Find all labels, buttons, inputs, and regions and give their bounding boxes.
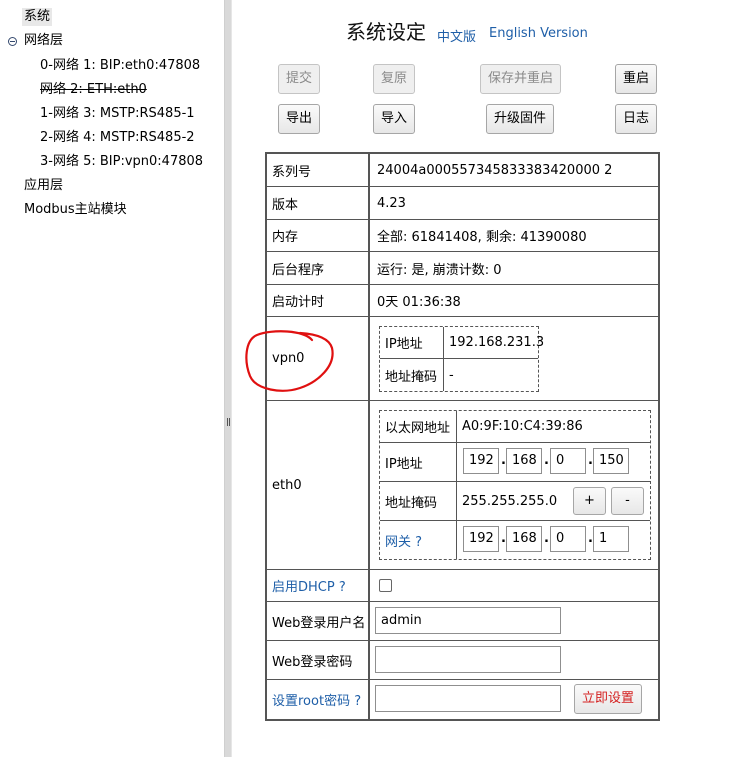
- octet-separator: .: [544, 531, 549, 546]
- restore-button[interactable]: 复原: [373, 64, 415, 94]
- dhcp-help-link[interactable]: 启用DHCP ?: [267, 570, 370, 601]
- page-title: 系统设定: [346, 20, 426, 44]
- daemon-label: 后台程序: [267, 252, 370, 284]
- tree-item-system[interactable]: 系统: [22, 8, 53, 26]
- table-row: 地址掩码 -: [380, 359, 538, 391]
- table-row: 以太网地址 A0:9F:10:C4:39:86: [380, 411, 650, 443]
- eth0-gateway-octet-4[interactable]: 1: [593, 526, 629, 552]
- eth0-gateway-octet-1[interactable]: 192: [463, 526, 499, 552]
- web-user-input[interactable]: admin: [375, 607, 561, 634]
- tree-item-net-5[interactable]: 3-网络 5: BIP:vpn0:47808: [40, 153, 203, 171]
- tree-item-net-2[interactable]: 网络 2: ETH:eth0: [40, 81, 147, 99]
- vpn0-mask-value: -: [449, 367, 454, 383]
- table-row: 网关 ? 192 . 168 . 0 . 1: [380, 521, 650, 559]
- save-restart-button[interactable]: 保存并重启: [480, 64, 561, 94]
- octet-separator: .: [544, 453, 549, 468]
- table-row: 地址掩码 255.255.255.0 + -: [380, 482, 650, 521]
- restart-button[interactable]: 重启: [615, 64, 657, 94]
- uptime-label: 启动计时: [267, 285, 370, 316]
- web-password-label: Web登录密码: [267, 641, 370, 679]
- table-row: Web登录密码: [267, 641, 658, 680]
- tree-item-net-4[interactable]: 2-网络 4: MSTP:RS485-2: [40, 129, 195, 147]
- vpn0-ip-label: IP地址: [380, 327, 444, 358]
- daemon-value: 运行: 是, 崩溃计数: 0: [377, 262, 502, 278]
- tree-item-modbus[interactable]: Modbus主站模块: [24, 201, 127, 219]
- table-row: 内存 全部: 61841408, 剩余: 41390080: [267, 220, 658, 252]
- table-row: Web登录用户名 admin: [267, 602, 658, 641]
- eth0-mac-value: A0:9F:10:C4:39:86: [462, 419, 583, 434]
- dhcp-checkbox[interactable]: [379, 579, 392, 592]
- collapse-icon[interactable]: [8, 37, 17, 46]
- grip-handle-icon[interactable]: [227, 418, 230, 426]
- eth0-ip-octet-4[interactable]: 150: [593, 448, 629, 474]
- annotation-circle: [245, 330, 334, 392]
- web-user-label: Web登录用户名: [267, 602, 370, 640]
- eth0-label: eth0: [267, 401, 370, 569]
- log-button[interactable]: 日志: [615, 104, 657, 134]
- eth0-mac-label: 以太网地址: [380, 411, 457, 442]
- serial-label: 系列号: [267, 154, 370, 186]
- tree-item-net-3[interactable]: 1-网络 3: MSTP:RS485-1: [40, 105, 195, 123]
- mask-minus-button[interactable]: -: [611, 487, 644, 515]
- chinese-version-link[interactable]: 中文版: [437, 26, 476, 45]
- navigation-tree: 系统 网络层 0-网络 1: BIP:eth0:47808 网络 2: ETH:…: [0, 0, 224, 757]
- vpn0-mask-label: 地址掩码: [380, 359, 444, 391]
- eth0-gateway-help-link[interactable]: 网关 ?: [380, 521, 457, 559]
- set-root-password-button[interactable]: 立即设置: [574, 684, 642, 714]
- root-password-help-link[interactable]: 设置root密码 ?: [267, 680, 370, 719]
- eth0-mask-label: 地址掩码: [380, 482, 457, 520]
- memory-value: 全部: 61841408, 剩余: 41390080: [377, 230, 587, 245]
- eth0-ip-octet-2[interactable]: 168: [506, 448, 542, 474]
- upgrade-firmware-button[interactable]: 升级固件: [486, 104, 554, 134]
- eth0-gateway-octet-2[interactable]: 168: [506, 526, 542, 552]
- table-row: 启用DHCP ?: [267, 570, 658, 602]
- table-row: 设置root密码 ? 立即设置: [267, 680, 658, 719]
- tree-item-network-layer[interactable]: 网络层: [24, 32, 63, 50]
- export-button[interactable]: 导出: [278, 104, 320, 134]
- table-row: 后台程序 运行: 是, 崩溃计数: 0: [267, 252, 658, 285]
- tree-item-app-layer[interactable]: 应用层: [24, 177, 63, 195]
- tree-item-net-1[interactable]: 0-网络 1: BIP:eth0:47808: [40, 57, 200, 75]
- version-label: 版本: [267, 187, 370, 219]
- table-row: IP地址 192 . 168 . 0 . 150: [380, 443, 650, 482]
- eth0-row: eth0 以太网地址 A0:9F:10:C4:39:86 IP地址 192 . …: [267, 401, 658, 570]
- table-row: 版本 4.23: [267, 187, 658, 220]
- mask-plus-button[interactable]: +: [573, 487, 606, 515]
- eth0-gateway-octet-3[interactable]: 0: [550, 526, 586, 552]
- web-password-input[interactable]: [375, 646, 561, 673]
- version-value: 4.23: [377, 195, 406, 211]
- table-row: 系列号 24004a000557345833383420000 2: [267, 154, 658, 187]
- table-row: 启动计时 0天 01:36:38: [267, 285, 658, 317]
- uptime-value: 0天 01:36:38: [377, 295, 461, 310]
- table-row: IP地址 192.168.231.3: [380, 327, 545, 359]
- pane-splitter[interactable]: [224, 0, 232, 757]
- root-password-input[interactable]: [375, 685, 561, 712]
- import-button[interactable]: 导入: [373, 104, 415, 134]
- submit-button[interactable]: 提交: [278, 64, 320, 94]
- eth0-ip-label: IP地址: [380, 443, 457, 481]
- memory-label: 内存: [267, 220, 370, 251]
- eth0-subtable: 以太网地址 A0:9F:10:C4:39:86 IP地址 192 . 168 .…: [379, 410, 651, 560]
- vpn0-subtable: IP地址 192.168.231.3 地址掩码 -: [379, 326, 545, 392]
- serial-value: 24004a000557345833383420000 2: [377, 162, 613, 178]
- system-info-table: 系列号 24004a000557345833383420000 2 版本 4.2…: [265, 152, 660, 721]
- eth0-ip-octet-1[interactable]: 192: [463, 448, 499, 474]
- english-version-link[interactable]: English Version: [489, 26, 588, 41]
- vpn0-ip-value: 192.168.231.3: [449, 335, 545, 350]
- eth0-ip-octet-3[interactable]: 0: [550, 448, 586, 474]
